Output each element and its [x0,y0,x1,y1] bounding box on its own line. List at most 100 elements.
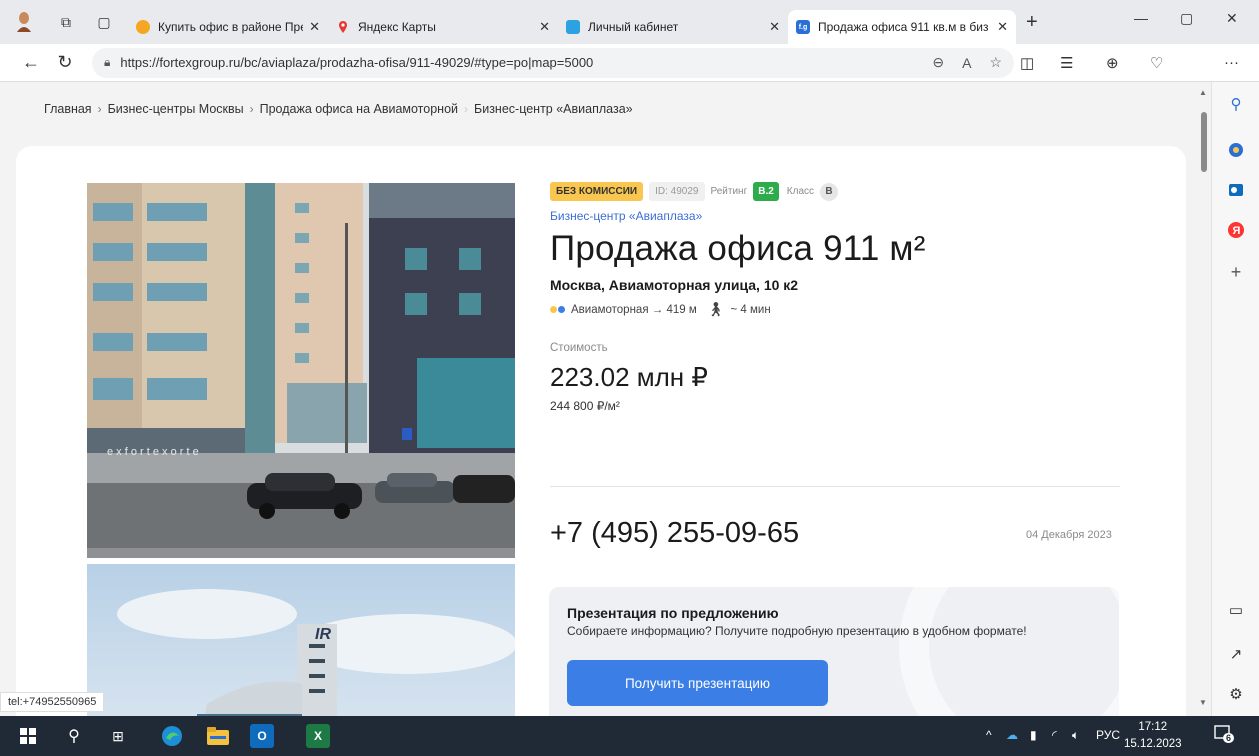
rating-badge[interactable]: B.2 [753,182,779,201]
breadcrumb-item-current: Бизнес-центр «Авиаплаза» [474,102,633,116]
building-photo-main[interactable]: e x f o r t e x o r t e [87,183,515,558]
breadcrumb: Главная › Бизнес-центры Москвы › Продажа… [44,102,633,116]
onedrive-icon[interactable]: ☁ [1006,728,1018,742]
tab-title: Личный кабинет [588,20,679,34]
wifi-icon[interactable]: ◜ [1052,728,1057,742]
shopping-icon[interactable] [1224,138,1248,162]
tab-1[interactable]: Купить офис в районе Пресне ✕ [128,10,328,44]
favorites-icon[interactable]: ☰ [1060,54,1073,72]
rating-label: Рейтинг [710,186,748,197]
outlook-taskbar-icon[interactable]: O [250,724,274,748]
settings-gear-icon[interactable]: ⚙ [1224,682,1248,706]
edge-sidebar: ⚲ Я + ▭ ↗ ⚙ [1211,82,1259,716]
volume-icon[interactable]: 🔈︎ [1072,728,1079,743]
more-menu-icon[interactable]: ··· [1224,54,1239,71]
collections-icon[interactable]: ⊕ [1106,54,1119,72]
chevron-right-icon: › [97,102,102,116]
tab-title: Продажа офиса 911 кв.м в биз [818,20,989,34]
new-tab-button[interactable]: + [1026,11,1038,34]
breadcrumb-item[interactable]: Бизнес-центры Москвы [108,102,244,116]
class-badge[interactable]: B [820,182,839,201]
split-screen-icon[interactable]: ◫ [1020,54,1034,72]
location-pin-icon [336,20,350,34]
task-view-icon[interactable]: ⊞ [106,724,130,748]
back-button[interactable]: ← [14,52,48,73]
favorite-star-icon[interactable]: ☆ [989,54,1002,71]
close-tab-icon[interactable]: ✕ [539,19,550,35]
browser-essentials-icon[interactable]: ♡ [1150,54,1163,72]
walking-person-icon: 🚶︎ [706,301,725,317]
search-icon[interactable]: ⚲ [1224,92,1248,116]
breadcrumb-item[interactable]: Продажа офиса на Авиамоторной [260,102,458,116]
battery-icon[interactable]: ▮ [1030,728,1037,742]
close-tab-icon[interactable]: ✕ [309,19,320,35]
close-tab-icon[interactable]: ✕ [769,19,780,35]
read-aloud-icon[interactable]: A [962,55,971,71]
external-link-icon[interactable]: ↗ [1224,642,1248,666]
file-explorer-icon[interactable] [206,724,230,748]
cabinet-favicon-icon [566,20,580,34]
metro-dot-blue [558,306,565,313]
excel-taskbar-icon[interactable]: X [306,724,330,748]
presentation-text: Собираете информацию? Получите подробную… [567,624,1027,638]
minimize-button[interactable]: — [1134,10,1148,26]
yandex-icon[interactable]: Я [1224,218,1248,242]
page-title: Продажа офиса 911 м² [550,229,926,268]
add-sidebar-app-icon[interactable]: + [1224,260,1248,284]
tab-title: Купить офис в районе Пресне [158,20,303,34]
chevron-right-icon: › [249,102,254,116]
windows-taskbar: ⚲ ⊞ O X ^ ☁ ▮ ◜ 🔈︎ РУС 17:12 15.12.2023 … [0,716,1259,756]
listing-badges: БЕЗ КОМИССИИ ID: 49029 Рейтинг B.2 Класс… [550,182,1120,201]
svg-text:Я: Я [1233,225,1241,237]
zoom-icon[interactable]: ⊖ [932,54,944,71]
price: 223.02 млн ₽ [550,362,708,392]
building-photo-secondary[interactable]: IR [87,564,515,716]
business-center-link[interactable]: Бизнес-центр «Авиаплаза» [550,209,1120,223]
notifications-icon[interactable]: 6 [1214,724,1235,746]
outlook-icon[interactable] [1224,178,1248,202]
windows-start-icon[interactable] [18,724,38,748]
browser-tab-bar: ⧉ ▢ Купить офис в районе Пресне ✕ Яндекс… [0,0,1259,44]
url-field[interactable]: 🔒︎ https://fortexgroup.ru/bc/aviaplaza/p… [92,47,1014,78]
edge-taskbar-icon[interactable] [160,724,184,748]
fortex-favicon-icon: f.g [796,20,810,34]
taskbar-clock[interactable]: 17:12 15.12.2023 [1124,719,1182,753]
scroll-down-arrow-icon[interactable]: ▼ [1199,698,1207,707]
vertical-scrollbar[interactable]: ▲ ▼ [1197,82,1211,716]
close-window-button[interactable]: ✕ [1226,10,1238,27]
clock-time: 17:12 [1138,721,1168,733]
notification-count: 6 [1223,733,1235,743]
tab-actions-icon[interactable]: ▢ [90,8,118,36]
get-presentation-button[interactable]: Получить презентацию [567,660,828,706]
tab-4-active[interactable]: f.g Продажа офиса 911 кв.м в биз ✕ [788,10,1016,44]
maximize-button[interactable]: ▢ [1180,10,1193,27]
scrollbar-thumb[interactable] [1201,112,1207,172]
taskbar-search-icon[interactable]: ⚲ [62,724,86,748]
metro-info: Авиамоторная → 419 м 🚶︎ ~ 4 мин [550,301,1120,318]
profile-avatar[interactable] [10,8,38,36]
scroll-up-arrow-icon[interactable]: ▲ [1199,88,1207,97]
listing-card: e x f o r t e x o r t e IR БЕЗ КОМИССИИ … [16,146,1186,716]
language-indicator[interactable]: РУС [1096,728,1120,742]
web-page: Главная › Бизнес-центры Москвы › Продажа… [0,82,1197,716]
metro-dot-yellow [550,306,557,313]
tab-3[interactable]: Личный кабинет ✕ [558,10,788,44]
walk-time: ~ 4 мин [730,303,771,316]
tab-2[interactable]: Яндекс Карты ✕ [328,10,558,44]
presentation-title: Презентация по предложению [567,605,779,621]
phone-number[interactable]: +7 (495) 255-09-65 [550,517,799,550]
class-label: Класс [786,186,815,197]
listing-address[interactable]: Москва, Авиамоторная улица, 10 к2 [550,277,1120,293]
refresh-button[interactable]: ↻ [48,52,82,73]
hide-sidebar-icon[interactable]: ▭ [1224,598,1248,622]
breadcrumb-item[interactable]: Главная [44,102,92,116]
metro-station: Авиамоторная → 419 м [571,303,697,316]
presentation-block: Презентация по предложению Собираете инф… [549,587,1119,716]
url-text: https://fortexgroup.ru/bc/aviaplaza/prod… [120,55,594,70]
tray-chevron-icon[interactable]: ^ [986,728,992,742]
close-tab-icon[interactable]: ✕ [997,19,1008,35]
address-bar: ← ↻ 🔒︎ https://fortexgroup.ru/bc/aviapla… [0,44,1259,82]
listing-date: 04 Декабря 2023 [1026,529,1112,541]
workspaces-icon[interactable]: ⧉ [52,8,80,36]
clock-date: 15.12.2023 [1124,738,1182,750]
